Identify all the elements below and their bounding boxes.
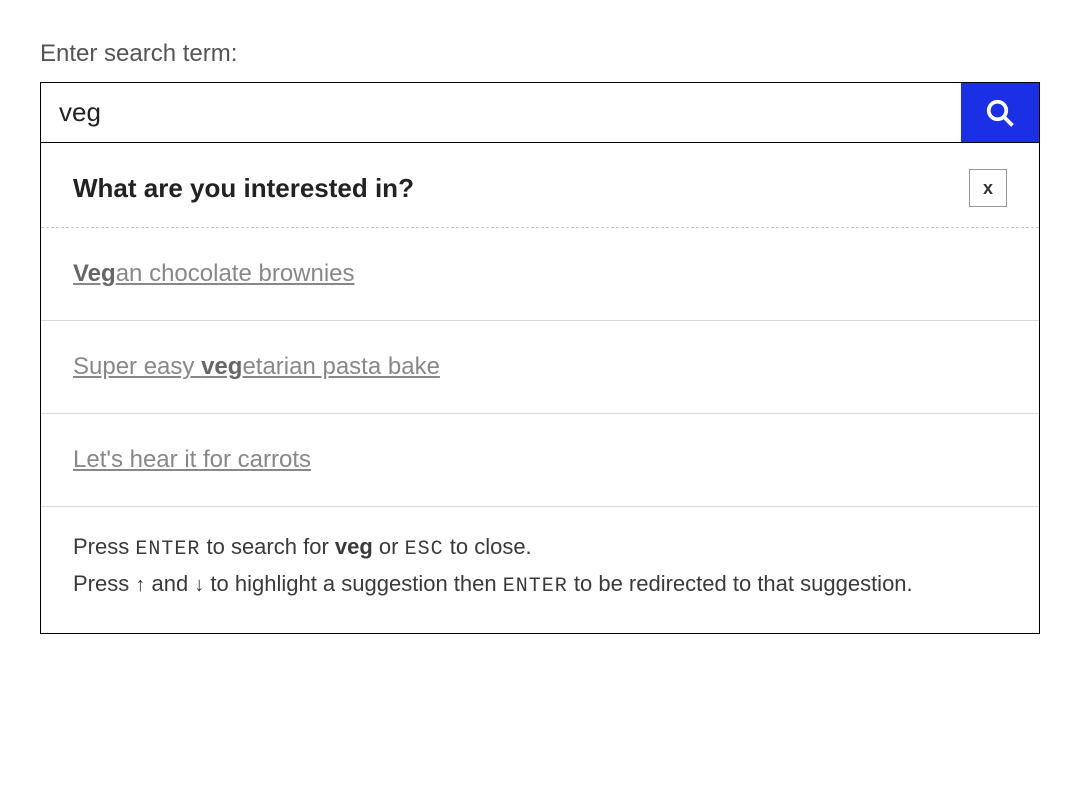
keyboard-instructions: Press ENTER to search for veg or ESC to … xyxy=(41,507,1039,633)
close-icon: x xyxy=(983,178,993,199)
suggestion-item[interactable]: Super easy vegetarian pasta bake xyxy=(41,321,1039,414)
search-button[interactable] xyxy=(961,83,1039,142)
close-button[interactable]: x xyxy=(969,169,1007,207)
instruction-line-2: Press ↑ and ↓ to highlight a suggestion … xyxy=(73,566,1007,603)
search-container: Enter search term: What are you interest… xyxy=(40,40,1040,634)
highlight: veg xyxy=(201,353,242,380)
suggestion-item[interactable]: Vegan chocolate brownies xyxy=(41,228,1039,321)
instruction-line-1: Press ENTER to search for veg or ESC to … xyxy=(73,529,1007,566)
suggestion-link: Vegan chocolate brownies xyxy=(73,260,355,287)
suggestion-link: Let's hear it for carrots xyxy=(73,446,311,473)
key-esc: ESC xyxy=(405,538,444,561)
search-label: Enter search term: xyxy=(40,40,1040,68)
key-enter: ENTER xyxy=(135,538,200,561)
key-enter: ENTER xyxy=(503,575,568,598)
highlight: Veg xyxy=(73,260,116,287)
dropdown-header: What are you interested in? x xyxy=(41,143,1039,228)
suggestions-dropdown: What are you interested in? x Vegan choc… xyxy=(40,143,1040,634)
search-row xyxy=(40,82,1040,143)
search-icon xyxy=(985,98,1015,128)
arrow-up-icon: ↑ xyxy=(135,574,145,596)
suggestion-link: Super easy vegetarian pasta bake xyxy=(73,353,440,380)
search-input[interactable] xyxy=(41,83,961,142)
arrow-down-icon: ↓ xyxy=(194,574,204,596)
search-term: veg xyxy=(335,534,373,559)
suggestion-item[interactable]: Let's hear it for carrots xyxy=(41,414,1039,507)
dropdown-title: What are you interested in? xyxy=(73,173,414,204)
